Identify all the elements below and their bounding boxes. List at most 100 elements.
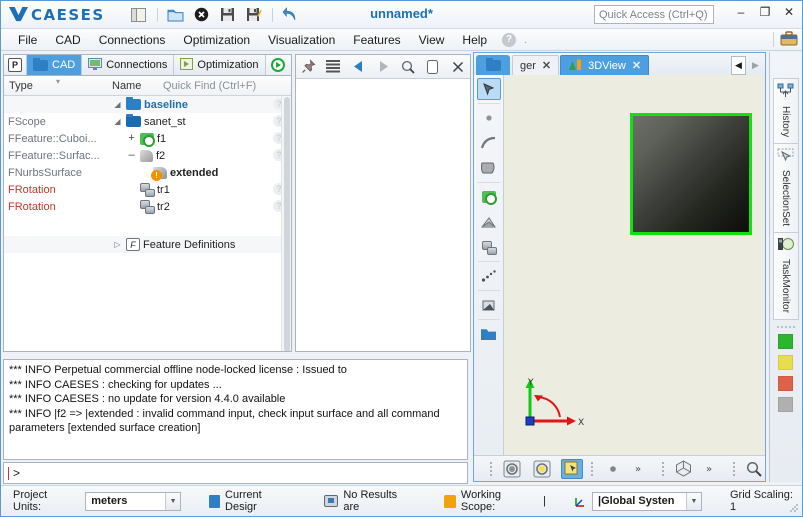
toolbar-grip[interactable] bbox=[490, 461, 493, 477]
chevron-down-icon[interactable]: ▼ bbox=[686, 492, 701, 510]
menu-features[interactable]: Features bbox=[344, 31, 409, 49]
more-display-icon[interactable]: » bbox=[631, 459, 653, 479]
tab-cad[interactable]: CAD bbox=[27, 55, 83, 75]
working-scope-status[interactable]: Working Scope: | bbox=[443, 489, 546, 513]
view-folder-button[interactable] bbox=[476, 55, 510, 75]
refresh-button[interactable] bbox=[265, 55, 291, 75]
save-icon[interactable] bbox=[218, 5, 238, 25]
save-as-icon[interactable] bbox=[244, 5, 264, 25]
table-row[interactable]: FRotation tr1 ? bbox=[4, 181, 291, 198]
table-row[interactable]: FFeature::Surfac... – f2 ? bbox=[4, 147, 291, 164]
dock-grip[interactable] bbox=[776, 326, 795, 329]
close-project-icon[interactable] bbox=[192, 5, 212, 25]
dock-history[interactable]: History bbox=[772, 78, 799, 145]
chevron-down-icon[interactable]: ▼ bbox=[165, 492, 181, 510]
briefcase-icon[interactable] bbox=[780, 30, 798, 49]
copy-icon[interactable] bbox=[425, 59, 441, 75]
menu-help[interactable]: Help bbox=[453, 31, 496, 49]
list-icon[interactable] bbox=[325, 59, 341, 75]
search-icon[interactable] bbox=[400, 59, 416, 75]
pick-mode-icon[interactable] bbox=[560, 458, 583, 479]
tab-connections[interactable]: Connections bbox=[82, 55, 175, 75]
close-icon[interactable]: ✕ bbox=[632, 59, 641, 72]
panel-layout-icon[interactable] bbox=[129, 5, 149, 25]
menu-file[interactable]: File bbox=[9, 31, 46, 49]
tab-optimization[interactable]: Optimization bbox=[174, 55, 266, 75]
resize-grip[interactable] bbox=[789, 503, 799, 513]
solid-icon[interactable] bbox=[477, 294, 501, 316]
forward-arrow-icon[interactable] bbox=[375, 59, 391, 75]
quick-access-search[interactable]: Quick Access (Ctrl+Q) bbox=[594, 5, 714, 24]
table-row[interactable]: FRotation tr2 ? bbox=[4, 198, 291, 215]
open-folder-icon[interactable] bbox=[166, 5, 186, 25]
tab-prev-button[interactable]: ◀ bbox=[731, 56, 746, 75]
current-design-status[interactable]: Current Desigr bbox=[209, 489, 296, 513]
close-icon[interactable]: ✕ bbox=[542, 59, 551, 72]
mesh-icon[interactable] bbox=[477, 211, 501, 233]
menu-visualization[interactable]: Visualization bbox=[259, 31, 344, 49]
column-name[interactable]: Name bbox=[112, 80, 158, 92]
twisty-icon[interactable]: ◢ bbox=[112, 100, 123, 109]
coordinate-system-select[interactable]: |Global Systen ▼ bbox=[592, 491, 702, 511]
pin-icon[interactable] bbox=[300, 59, 316, 75]
point-size-icon[interactable] bbox=[602, 459, 624, 479]
tab-p[interactable]: P bbox=[4, 55, 27, 75]
menu-optimization[interactable]: Optimization bbox=[174, 31, 259, 49]
table-row[interactable]: FScope ◢ sanet_st ? bbox=[4, 113, 291, 130]
status-swatch-gray[interactable] bbox=[778, 397, 793, 413]
table-row[interactable]: ◢ baseline ? bbox=[4, 96, 291, 113]
table-row[interactable]: ▷ F Feature Definitions bbox=[4, 236, 291, 253]
feature-icon[interactable] bbox=[477, 186, 501, 208]
back-arrow-icon[interactable] bbox=[350, 59, 366, 75]
quick-find-input[interactable]: Quick Find (Ctrl+F) bbox=[158, 80, 291, 92]
orientation-cube-icon[interactable] bbox=[672, 459, 694, 479]
help-icon[interactable]: ? bbox=[502, 32, 517, 47]
highlight-view-icon[interactable] bbox=[531, 459, 553, 479]
dock-selectionset[interactable]: SelectionSet bbox=[772, 143, 799, 234]
particles-icon[interactable] bbox=[477, 265, 501, 287]
menu-connections[interactable]: Connections bbox=[90, 31, 175, 49]
expand-plus-icon[interactable]: + bbox=[126, 133, 137, 144]
tab-3dview[interactable]: 3DView ✕ bbox=[560, 55, 650, 75]
status-swatch-green[interactable] bbox=[778, 334, 793, 350]
status-swatch-red[interactable] bbox=[778, 376, 793, 392]
command-input[interactable]: > bbox=[3, 462, 468, 484]
shaded-view-icon[interactable] bbox=[501, 459, 523, 479]
maximize-button[interactable]: ❐ bbox=[758, 5, 772, 19]
menu-view[interactable]: View bbox=[410, 31, 454, 49]
toolbar-grip[interactable] bbox=[661, 461, 664, 477]
undo-icon[interactable] bbox=[281, 5, 301, 25]
cursor-select-icon[interactable] bbox=[476, 78, 501, 100]
table-row[interactable]: FNurbsSurface extended bbox=[4, 164, 291, 181]
twisty-icon[interactable]: ◢ bbox=[112, 117, 123, 126]
row-content: tr1 bbox=[112, 183, 291, 197]
3d-viewport[interactable]: Y X bbox=[504, 75, 765, 455]
tab-next-button[interactable]: ▶ bbox=[748, 56, 763, 75]
twisty-icon[interactable]: ▷ bbox=[112, 240, 123, 249]
minimize-button[interactable]: – bbox=[734, 5, 748, 19]
log-line: *** INFO |f2 => |extended : invalid comm… bbox=[9, 407, 443, 435]
collapse-minus-icon[interactable]: – bbox=[126, 150, 137, 161]
curve-icon[interactable] bbox=[477, 132, 501, 154]
menu-cad[interactable]: CAD bbox=[46, 31, 89, 49]
folder-icon[interactable] bbox=[477, 323, 501, 345]
tree-scrollbar-thumb[interactable] bbox=[284, 97, 290, 351]
status-swatch-yellow[interactable] bbox=[778, 355, 793, 371]
log-output[interactable]: *** INFO Perpetual commercial offline no… bbox=[3, 359, 468, 460]
project-units-select[interactable]: meters ▼ bbox=[85, 491, 182, 511]
surface-geometry[interactable] bbox=[630, 113, 752, 235]
tree-scrollbar[interactable] bbox=[281, 96, 291, 351]
toolbar-grip[interactable] bbox=[591, 461, 594, 477]
surface-icon[interactable] bbox=[477, 157, 501, 179]
close-icon[interactable] bbox=[450, 59, 466, 75]
point-icon[interactable] bbox=[477, 107, 501, 129]
more-view-icon[interactable]: » bbox=[702, 459, 724, 479]
toolbar-grip[interactable] bbox=[732, 461, 735, 477]
tab-manager[interactable]: ɡer ✕ bbox=[512, 55, 560, 75]
results-status[interactable]: No Results are bbox=[324, 489, 416, 513]
transform-icon[interactable] bbox=[477, 236, 501, 258]
table-row[interactable]: FFeature::Cuboi... + f1 ? bbox=[4, 130, 291, 147]
zoom-icon[interactable] bbox=[743, 459, 765, 479]
close-button[interactable]: ✕ bbox=[782, 5, 796, 19]
dock-taskmonitor[interactable]: TaskMonitor bbox=[772, 232, 799, 321]
